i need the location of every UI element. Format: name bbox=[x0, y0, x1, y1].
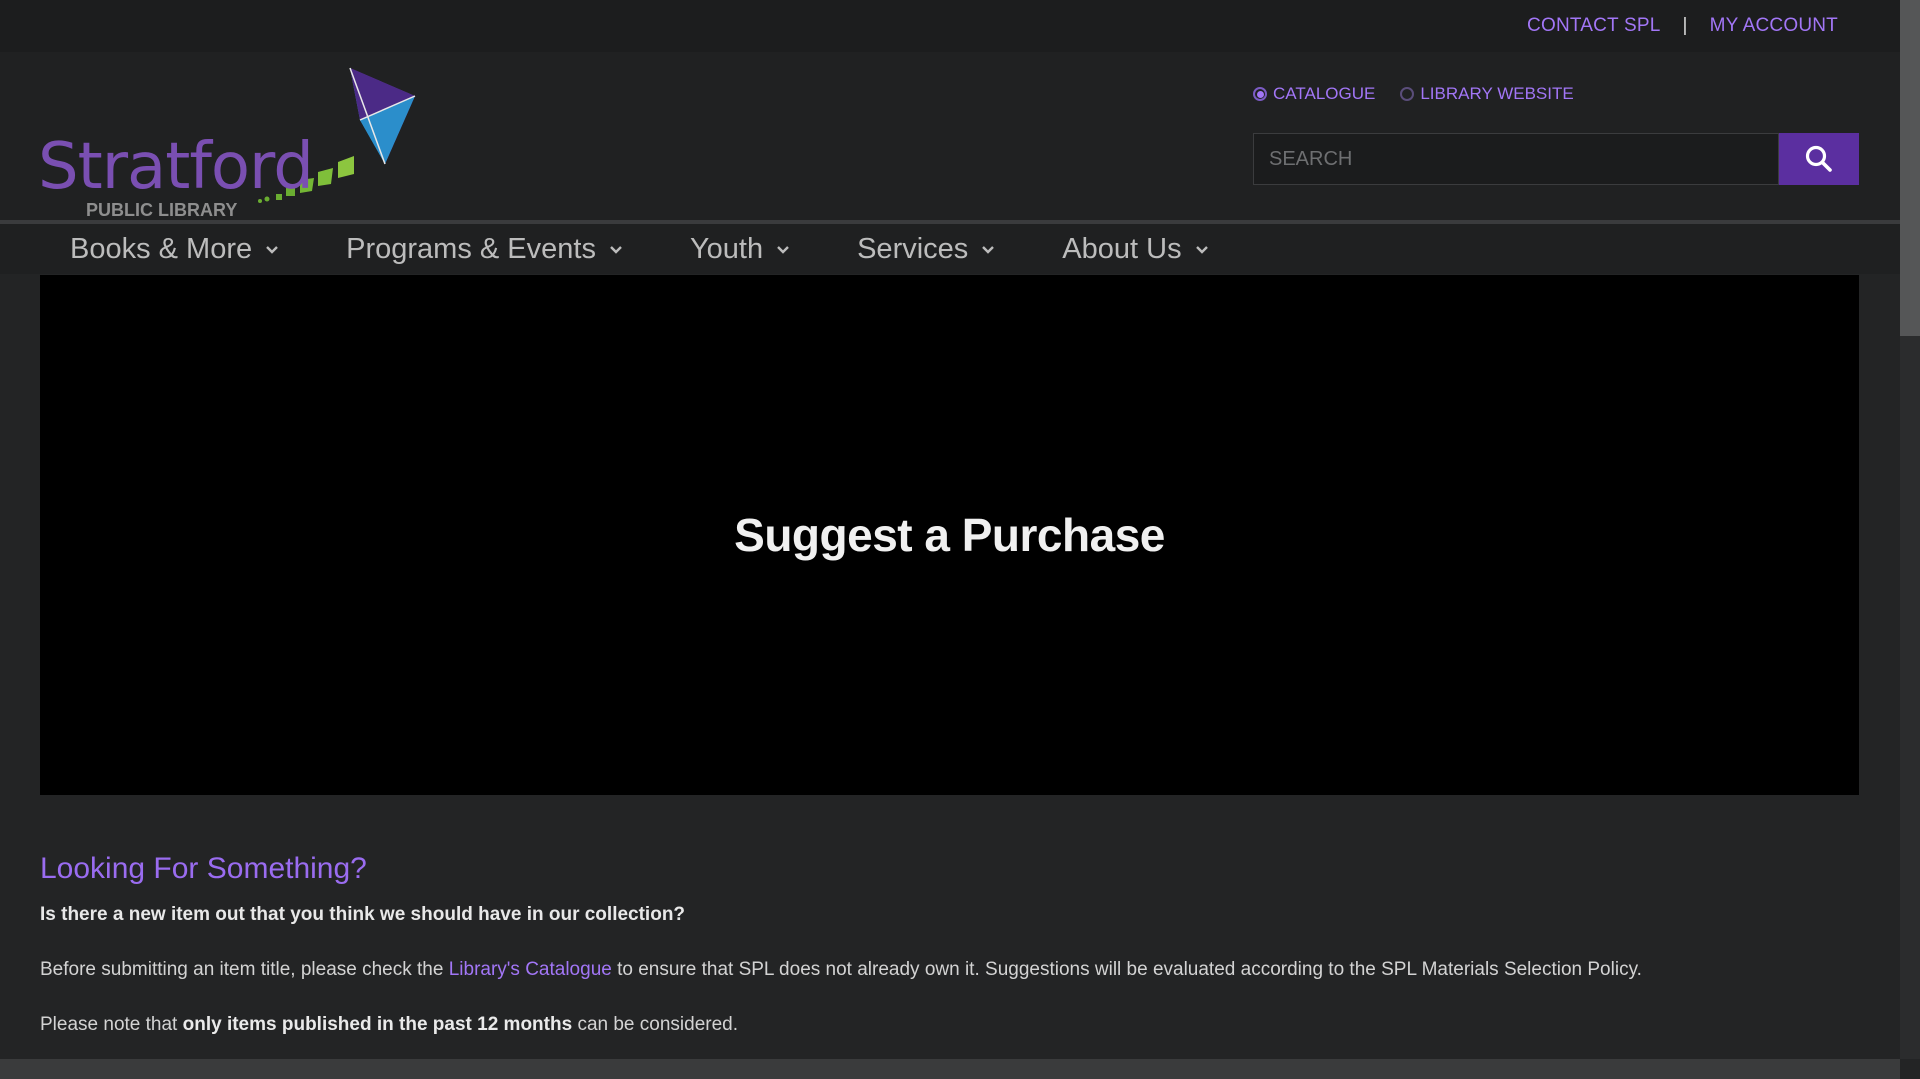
radio-unselected-icon[interactable] bbox=[1400, 87, 1415, 101]
intro-question: Is there a new item out that you think w… bbox=[40, 904, 686, 925]
nav-item-label: About Us bbox=[1062, 232, 1182, 265]
horizontal-scrollbar[interactable] bbox=[0, 1059, 1900, 1079]
publication-note-paragraph: Please note that only items published in… bbox=[40, 1012, 1859, 1037]
main-navigation: Books & More Programs & Events Youth Ser… bbox=[0, 224, 1900, 274]
paragraph-text: Before submitting an item title, please … bbox=[40, 959, 449, 980]
contact-spl-link[interactable]: CONTACT SPL bbox=[1527, 15, 1660, 37]
nav-item-label: Youth bbox=[689, 232, 764, 265]
catalogue-check-paragraph: Before submitting an item title, please … bbox=[40, 957, 1859, 982]
nav-item-programs-events[interactable]: Programs & Events bbox=[346, 233, 624, 266]
library-website-radio-label: LIBRARY WEBSITE bbox=[1420, 84, 1574, 103]
logo-subtitle: PUBLIC LIBRARY bbox=[86, 200, 238, 220]
search-scope-options: CATALOGUE LIBRARY WEBSITE bbox=[1253, 84, 1574, 104]
chevron-down-icon bbox=[982, 246, 995, 254]
nav-item-services[interactable]: Services bbox=[857, 233, 996, 266]
chevron-down-icon bbox=[610, 246, 622, 254]
top-links-separator: | bbox=[1682, 15, 1688, 36]
hero-banner: Suggest a Purchase bbox=[40, 275, 1859, 795]
radio-selected-icon[interactable] bbox=[1253, 87, 1267, 101]
paragraph-text: to ensure that SPL does not already own … bbox=[611, 959, 1642, 980]
site-header: Stratford PUBLIC LIBRARY CATALOGUE LIBRA… bbox=[0, 52, 1900, 220]
search-icon bbox=[1805, 145, 1832, 172]
my-account-link[interactable]: MY ACCOUNT bbox=[1710, 15, 1838, 37]
top-bar: CONTACT SPL | MY ACCOUNT bbox=[0, 0, 1900, 52]
nav-item-label: Services bbox=[857, 232, 969, 265]
vertical-scrollbar[interactable] bbox=[1900, 0, 1920, 1059]
chevron-down-icon bbox=[266, 246, 278, 254]
library-website-radio-option[interactable]: LIBRARY WEBSITE bbox=[1400, 84, 1574, 104]
vertical-scroll-thumb[interactable] bbox=[1900, 0, 1920, 336]
nav-item-youth[interactable]: Youth bbox=[690, 233, 791, 266]
catalogue-radio-label: CATALOGUE bbox=[1273, 84, 1376, 103]
search-input[interactable] bbox=[1253, 133, 1779, 185]
stratford-logo[interactable]: Stratford PUBLIC LIBRARY bbox=[38, 60, 418, 220]
page-title: Suggest a Purchase bbox=[734, 509, 1165, 561]
top-links: CONTACT SPL | MY ACCOUNT bbox=[1527, 0, 1838, 52]
section-heading: Looking For Something? bbox=[40, 852, 367, 885]
search-button[interactable] bbox=[1779, 133, 1859, 185]
paragraph-text: can be considered. bbox=[572, 1014, 739, 1035]
library-catalogue-link[interactable]: Library's Catalogue bbox=[449, 959, 612, 980]
logo-wordmark: Stratford bbox=[38, 130, 314, 204]
nav-item-books-more[interactable]: Books & More bbox=[70, 233, 280, 266]
publication-limit-emphasis: only items published in the past 12 mont… bbox=[182, 1014, 573, 1035]
chevron-down-icon bbox=[1195, 246, 1208, 254]
main-content: Looking For Something? Is there a new it… bbox=[40, 852, 1859, 1067]
paragraph-text: Please note that bbox=[40, 1014, 183, 1035]
nav-item-label: Books & More bbox=[70, 232, 253, 265]
catalogue-radio-option[interactable]: CATALOGUE bbox=[1253, 84, 1375, 104]
nav-item-about-us[interactable]: About Us bbox=[1062, 233, 1209, 266]
nav-item-label: Programs & Events bbox=[346, 232, 596, 265]
chevron-down-icon bbox=[777, 246, 789, 254]
